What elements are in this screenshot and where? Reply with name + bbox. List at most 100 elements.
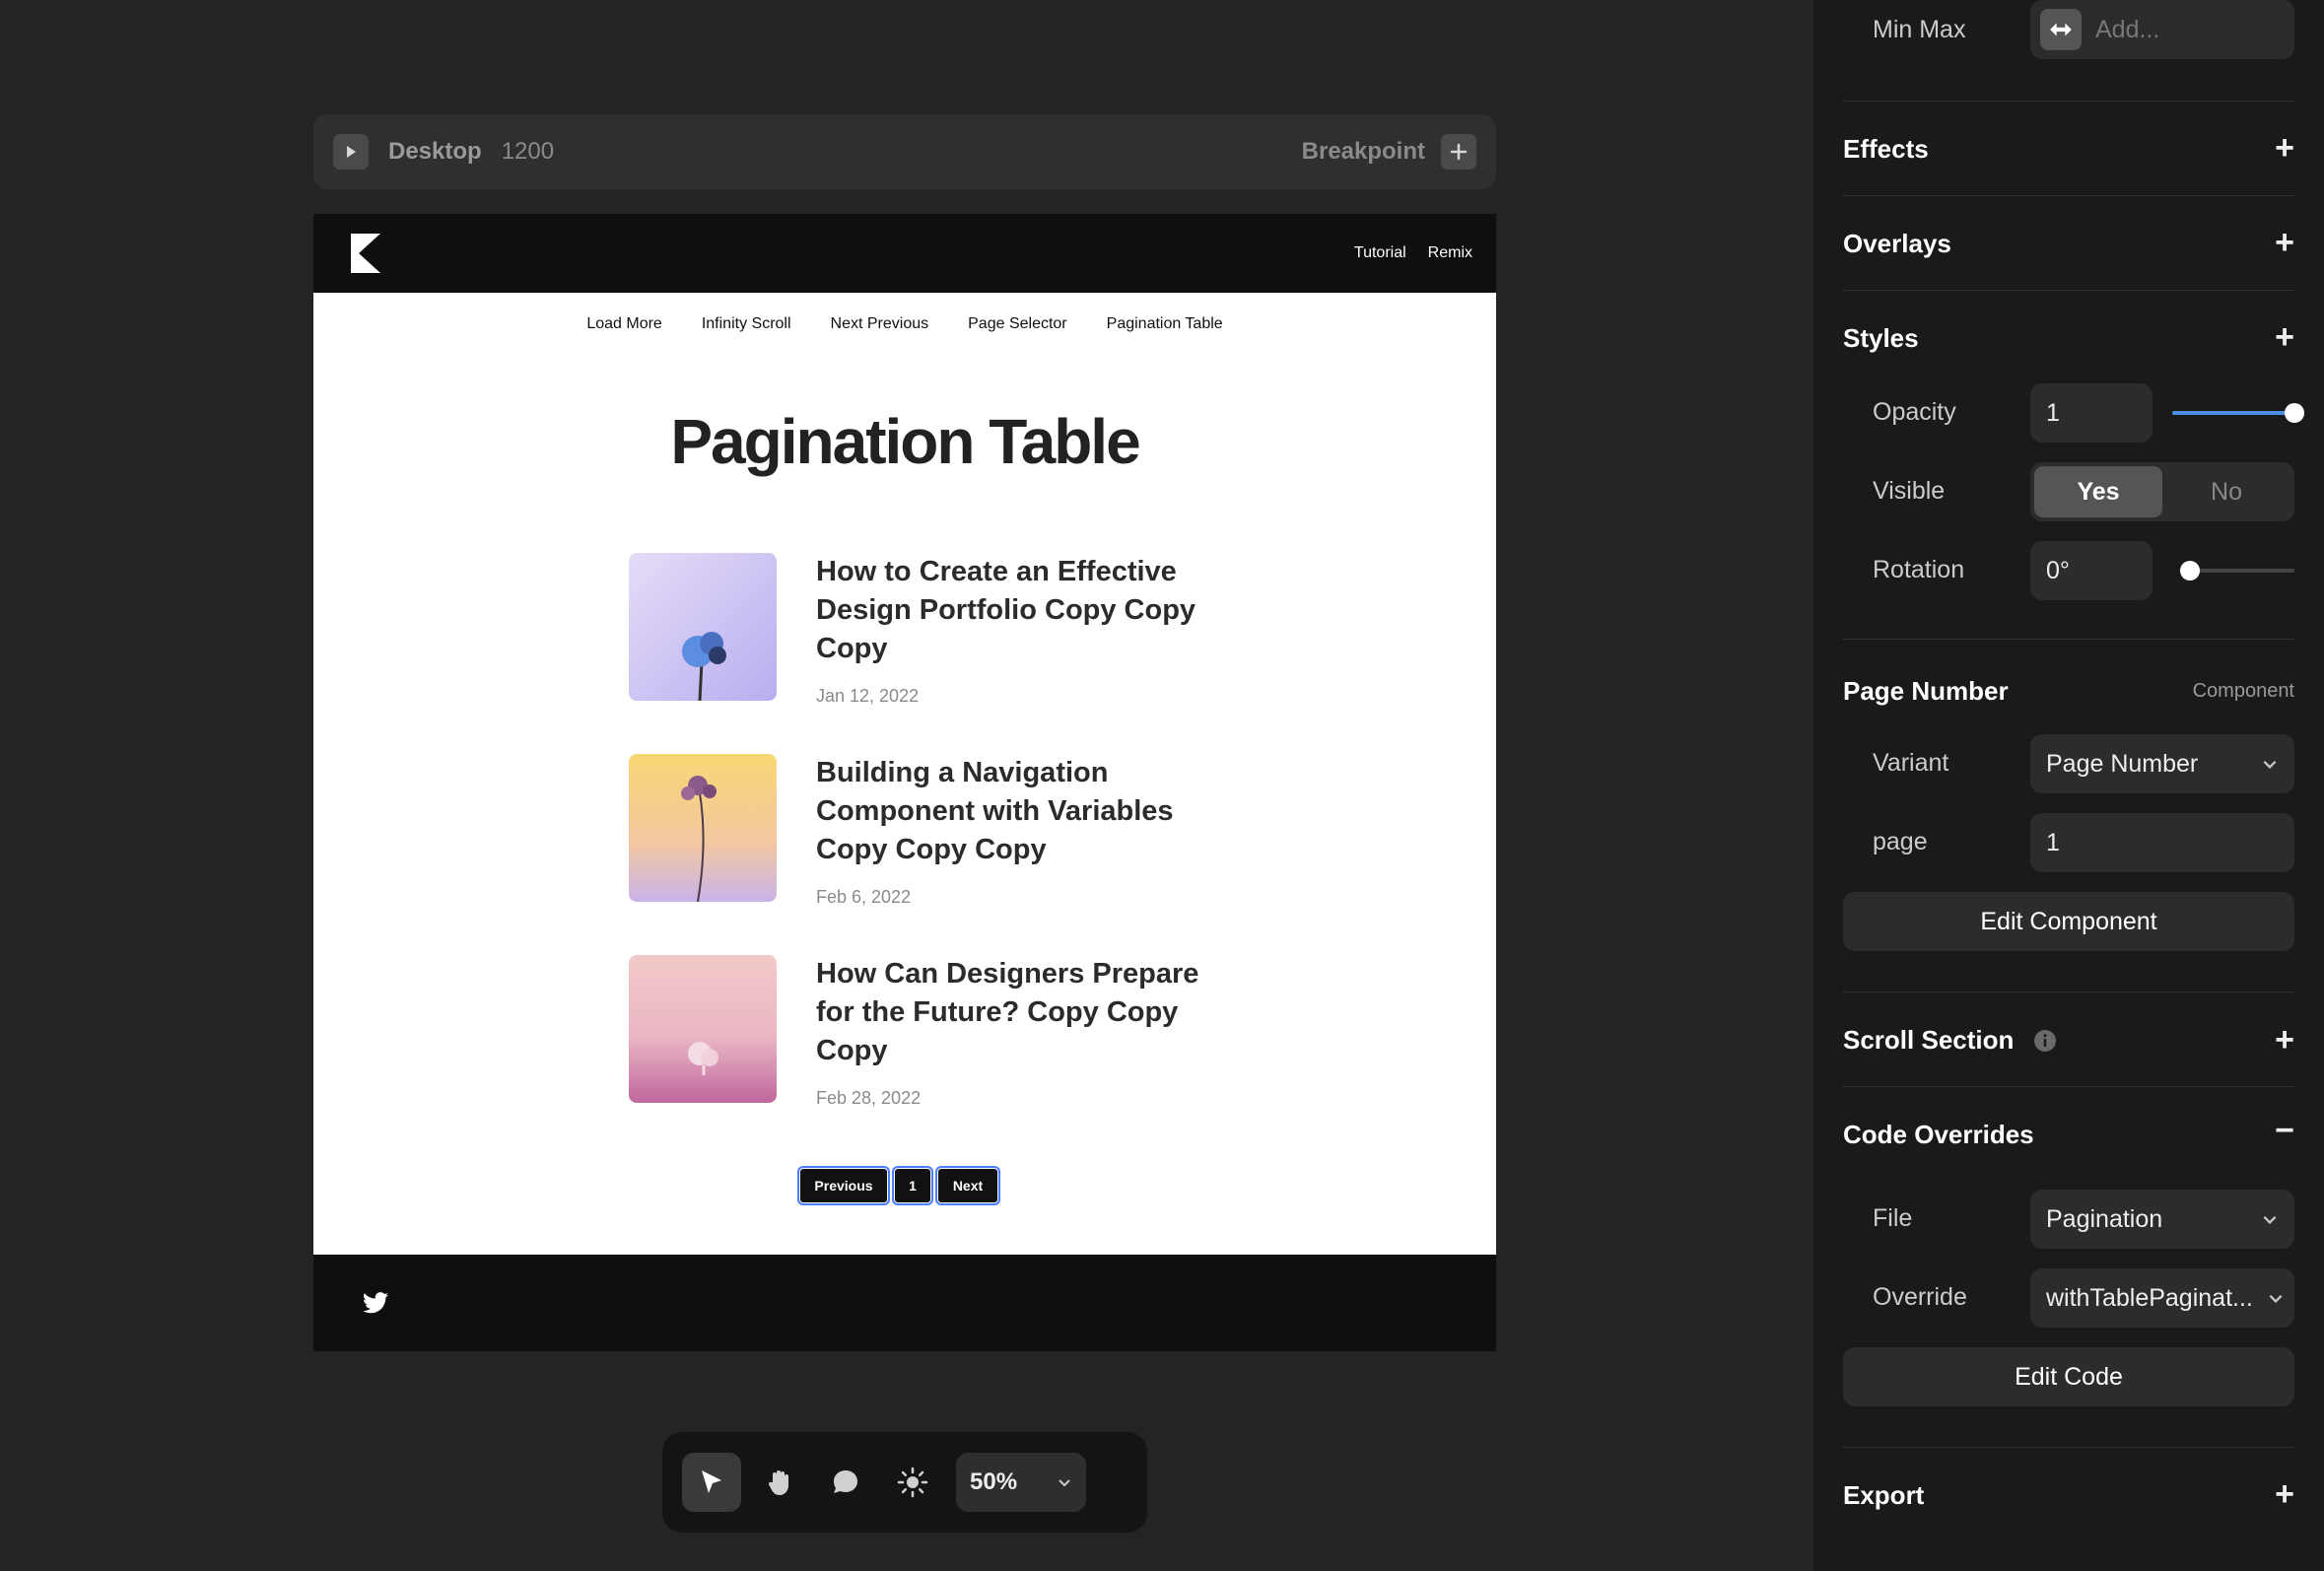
scroll-section-title: Scroll Section xyxy=(1843,1025,2015,1055)
post-thumbnail xyxy=(629,553,777,701)
page-number-button[interactable]: 1 xyxy=(892,1166,933,1205)
post-item[interactable]: Building a Navigation Component with Var… xyxy=(629,754,1220,955)
code-overrides-section-title[interactable]: Code Overrides xyxy=(1843,1120,2294,1150)
canvas-frame[interactable]: Tutorial Remix Load More Infinity Scroll… xyxy=(313,214,1496,1351)
sub-navigation: Load More Infinity Scroll Next Previous … xyxy=(313,293,1496,356)
twitter-icon[interactable] xyxy=(363,1292,388,1314)
component-tag: Component xyxy=(2192,680,2294,702)
properties-panel: Min Max Add... Effects + Overlays + Styl… xyxy=(1813,0,2324,1571)
min-max-field[interactable]: Add... xyxy=(2030,0,2294,59)
theme-tool-button[interactable] xyxy=(883,1453,942,1512)
override-select[interactable]: withTablePaginat... xyxy=(2030,1268,2294,1328)
override-value: withTablePaginat... xyxy=(2046,1283,2253,1312)
next-page-button[interactable]: Next xyxy=(935,1166,1000,1205)
subnav-infinity-scroll[interactable]: Infinity Scroll xyxy=(702,315,791,333)
header-link-tutorial[interactable]: Tutorial xyxy=(1354,244,1406,262)
rotation-input[interactable]: 0° xyxy=(2030,541,2153,600)
add-export-icon[interactable]: + xyxy=(2275,1477,2294,1511)
styles-section-title[interactable]: Styles xyxy=(1843,323,2294,354)
subnav-pagination-table[interactable]: Pagination Table xyxy=(1107,315,1223,333)
variant-select[interactable]: Page Number xyxy=(2030,734,2294,793)
info-icon[interactable] xyxy=(2033,1029,2057,1053)
page-input[interactable]: 1 xyxy=(2030,813,2294,872)
post-item[interactable]: How to Create an Effective Design Portfo… xyxy=(629,553,1220,754)
subnav-next-previous[interactable]: Next Previous xyxy=(831,315,929,333)
post-list: How to Create an Effective Design Portfo… xyxy=(629,553,1220,1156)
opacity-slider-knob[interactable] xyxy=(2285,403,2304,423)
header-link-remix[interactable]: Remix xyxy=(1428,244,1472,262)
file-label: File xyxy=(1873,1204,1913,1232)
breakpoint-width[interactable]: 1200 xyxy=(502,138,554,166)
visible-yes-option[interactable]: Yes xyxy=(2034,466,2162,517)
post-thumbnail xyxy=(629,955,777,1103)
opacity-input[interactable]: 1 xyxy=(2030,383,2153,443)
overlays-section-title[interactable]: Overlays xyxy=(1843,229,2294,259)
chevron-down-icon xyxy=(2263,1215,2277,1224)
min-max-label: Min Max xyxy=(1873,16,1966,43)
post-date: Jan 12, 2022 xyxy=(816,686,920,706)
zoom-level: 50% xyxy=(970,1469,1018,1495)
post-item[interactable]: How Can Designers Prepare for the Future… xyxy=(629,955,1220,1156)
rotation-label: Rotation xyxy=(1873,556,1965,583)
add-overlay-icon[interactable]: + xyxy=(2275,226,2294,259)
rotation-slider[interactable] xyxy=(2180,561,2294,581)
min-max-placeholder: Add... xyxy=(2095,15,2160,43)
canvas-toolbar: 50% xyxy=(662,1432,1147,1533)
comment-tool-button[interactable] xyxy=(816,1453,875,1512)
subnav-page-selector[interactable]: Page Selector xyxy=(968,315,1067,333)
rotation-slider-knob[interactable] xyxy=(2180,561,2200,581)
edit-component-button[interactable]: Edit Component xyxy=(1843,892,2294,951)
visible-label: Visible xyxy=(1873,477,1946,505)
variant-label: Variant xyxy=(1873,749,1949,777)
post-title: How to Create an Effective Design Portfo… xyxy=(816,556,1196,664)
pagination-controls: Previous 1 Next xyxy=(797,1166,1000,1205)
scroll-section-header[interactable]: Scroll Section xyxy=(1843,1025,2294,1056)
post-title: Building a Navigation Component with Var… xyxy=(816,757,1174,865)
visible-toggle[interactable]: Yes No xyxy=(2030,462,2294,521)
add-scroll-section-icon[interactable]: + xyxy=(2275,1023,2294,1057)
pointer-icon xyxy=(702,1470,721,1493)
post-thumbnail xyxy=(629,754,777,902)
breakpoint-bar: Desktop 1200 Breakpoint xyxy=(313,114,1496,189)
override-label: Override xyxy=(1873,1283,1967,1311)
collapse-code-overrides-icon[interactable]: − xyxy=(2275,1114,2294,1147)
play-icon xyxy=(347,146,356,158)
add-effect-icon[interactable]: + xyxy=(2275,131,2294,165)
post-date: Feb 6, 2022 xyxy=(816,887,912,907)
zoom-select[interactable]: 50% xyxy=(956,1453,1086,1512)
resize-horizontal-icon xyxy=(2040,9,2082,50)
chevron-down-icon xyxy=(2263,760,2277,769)
page-title: Pagination Table xyxy=(670,406,1140,477)
opacity-label: Opacity xyxy=(1873,398,1956,426)
subnav-load-more[interactable]: Load More xyxy=(586,315,662,333)
breakpoint-label: Breakpoint xyxy=(1301,138,1425,165)
add-style-icon[interactable]: + xyxy=(2275,320,2294,354)
post-title: How Can Designers Prepare for the Future… xyxy=(816,958,1199,1066)
preview-play-button[interactable] xyxy=(333,134,369,170)
file-select[interactable]: Pagination xyxy=(2030,1190,2294,1249)
visible-no-option[interactable]: No xyxy=(2162,466,2290,517)
page-label: page xyxy=(1873,828,1928,855)
plus-icon xyxy=(1450,143,1468,161)
comment-icon xyxy=(834,1470,857,1493)
export-section-title[interactable]: Export xyxy=(1843,1480,2294,1511)
post-date: Feb 28, 2022 xyxy=(816,1088,922,1108)
site-footer xyxy=(313,1255,1496,1351)
pointer-tool-button[interactable] xyxy=(682,1453,741,1512)
chevron-down-icon xyxy=(1059,1479,1070,1487)
hand-tool-button[interactable] xyxy=(749,1453,808,1512)
chevron-down-icon xyxy=(2269,1294,2283,1303)
variant-value: Page Number xyxy=(2046,749,2199,778)
site-header: Tutorial Remix xyxy=(313,214,1496,293)
file-value: Pagination xyxy=(2046,1204,2163,1233)
previous-page-button[interactable]: Previous xyxy=(797,1166,890,1205)
edit-code-button[interactable]: Edit Code xyxy=(1843,1347,2294,1406)
add-breakpoint-button[interactable] xyxy=(1441,134,1476,170)
hand-icon xyxy=(768,1470,788,1495)
opacity-slider-fill xyxy=(2172,411,2294,415)
sun-icon xyxy=(897,1467,928,1498)
site-logo-icon xyxy=(351,234,380,273)
effects-section-title[interactable]: Effects xyxy=(1843,134,2294,165)
breakpoint-device-name[interactable]: Desktop xyxy=(388,138,482,166)
opacity-slider[interactable] xyxy=(2172,403,2304,423)
